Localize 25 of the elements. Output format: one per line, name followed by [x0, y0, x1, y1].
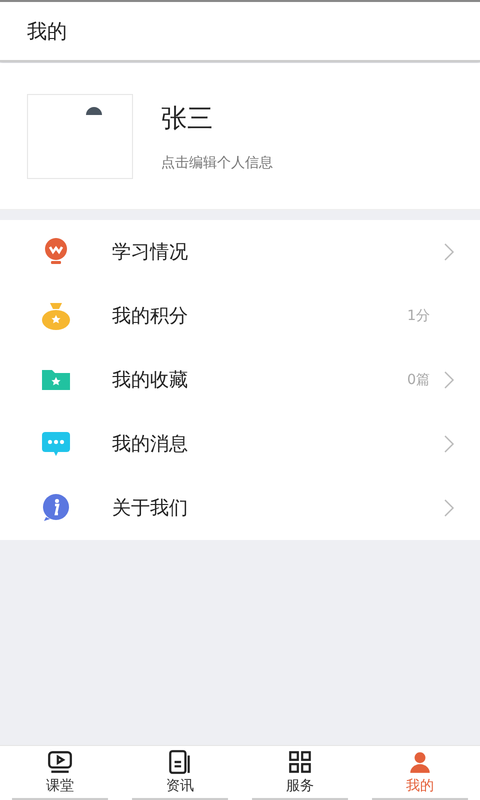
grid-icon	[287, 749, 313, 775]
info-icon	[40, 492, 72, 524]
menu-item[interactable]: 我的收藏 0篇	[0, 348, 480, 412]
menu-label: 关于我们	[112, 496, 188, 521]
edit-profile-hint: 点击编辑个人信息	[161, 154, 273, 172]
avatar-icon	[84, 106, 104, 114]
video-icon	[47, 749, 73, 775]
menu-label: 我的积分	[112, 304, 188, 329]
menu-value: 1分	[407, 307, 430, 325]
menu-label: 学习情况	[112, 240, 188, 265]
profile-card[interactable]: 张三 点击编辑个人信息	[0, 63, 480, 210]
menu-value: 0篇	[407, 371, 430, 389]
menu-label: 我的收藏	[112, 368, 188, 393]
money-bag-icon	[40, 300, 72, 332]
menu-item[interactable]: 我的消息	[0, 412, 480, 476]
menu-item[interactable]: 关于我们	[0, 476, 480, 540]
tab[interactable]: 课堂	[12, 746, 108, 800]
tab[interactable]: 资讯	[132, 746, 228, 800]
user-name: 张三	[161, 102, 214, 136]
menu-label: 我的消息	[112, 432, 188, 457]
document-icon	[167, 749, 193, 775]
menu-item[interactable]: 学习情况	[0, 220, 480, 284]
page-title: 我的	[27, 18, 67, 44]
tab[interactable]: 服务	[252, 746, 348, 800]
menu-item[interactable]: 我的积分 1分	[0, 284, 480, 348]
